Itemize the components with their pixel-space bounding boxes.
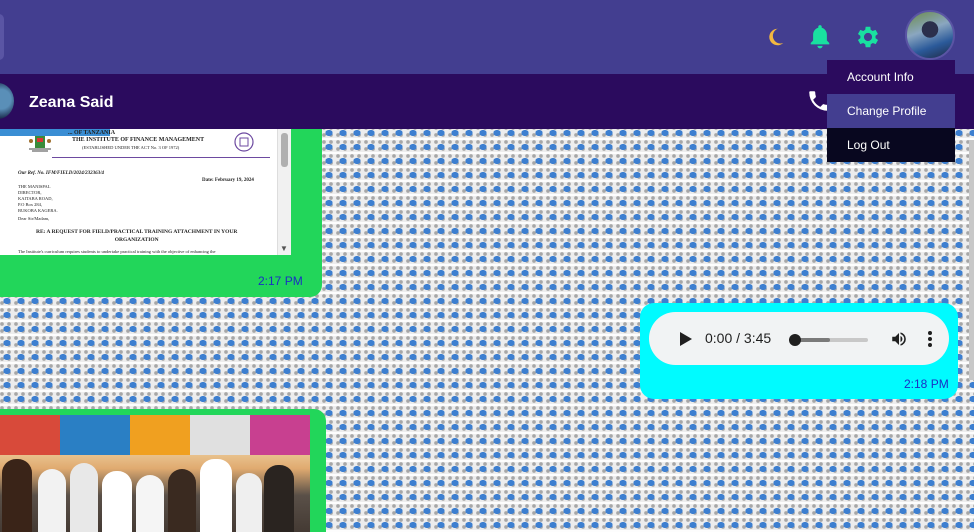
- person: [136, 475, 164, 532]
- document-address: THE MANISPAL DIRECTOR, KAITABA ROAD, P.O…: [18, 184, 58, 213]
- more-options-icon[interactable]: [927, 330, 933, 348]
- search-box[interactable]: [0, 14, 4, 60]
- message-time: 2:17 PM: [258, 274, 303, 288]
- person: [236, 473, 262, 532]
- change-profile-menu-item[interactable]: Change Profile: [827, 94, 955, 128]
- group-photo[interactable]: [0, 415, 310, 532]
- person: [38, 469, 66, 532]
- gear-icon[interactable]: [851, 20, 885, 54]
- document-salutation: Dear Sir/Madam,: [18, 216, 50, 221]
- audio-player: 0:00 / 3:45: [649, 312, 949, 365]
- document-body: The Institute's curriculum requires stud…: [18, 249, 216, 254]
- profile-dropdown-menu: Account Info Change Profile Log Out: [827, 60, 955, 162]
- person: [200, 459, 232, 532]
- page-scrollbar[interactable]: [969, 140, 974, 380]
- document-established-note: (ESTABLISHED UNDER THE ACT No. 3 OF 1972…: [82, 145, 180, 150]
- person: [168, 469, 196, 532]
- audio-time-display: 0:00 / 3:45: [705, 330, 772, 346]
- institute-logo-icon: [234, 132, 254, 152]
- photo-banner: [250, 415, 310, 455]
- scroll-down-arrow-icon[interactable]: ▼: [280, 244, 288, 253]
- photo-banner: [60, 415, 130, 455]
- document-rule: [52, 157, 270, 158]
- profile-avatar[interactable]: [905, 10, 955, 60]
- play-icon[interactable]: [679, 331, 693, 347]
- document-header-line1: ... OF TANZANIA: [68, 130, 116, 136]
- photo-banner: [190, 415, 250, 455]
- moon-icon[interactable]: [760, 22, 790, 52]
- bell-icon[interactable]: [804, 20, 836, 54]
- log-out-menu-item[interactable]: Log Out: [827, 128, 955, 162]
- photo-banner: [0, 415, 60, 455]
- contact-avatar[interactable]: [0, 83, 14, 119]
- coat-of-arms-icon: [29, 136, 51, 152]
- audio-message-bubble: 0:00 / 3:45 2:18 PM: [640, 303, 958, 399]
- document-subject: RE: A REQUEST FOR FIELD/PRACTICAL TRAINI…: [36, 229, 238, 243]
- audio-seek-handle[interactable]: [789, 334, 801, 346]
- document-date: Date: February 19, 2024: [202, 178, 254, 183]
- document-preview[interactable]: ... OF TANZANIA THE INSTITUTE OF FINANCE…: [0, 129, 291, 255]
- document-scrollbar[interactable]: ▼: [277, 129, 291, 255]
- document-reference: Our Ref. No. IFM/FIELD/2024/232363/4: [18, 171, 104, 176]
- volume-icon[interactable]: [890, 330, 908, 348]
- photo-banner: [130, 415, 190, 455]
- person: [2, 459, 32, 532]
- person: [70, 463, 98, 532]
- document-message-bubble: ... OF TANZANIA THE INSTITUTE OF FINANCE…: [0, 129, 322, 297]
- contact-name: Zeana Said: [29, 94, 114, 111]
- document-institute-name: THE INSTITUTE OF FINANCE MANAGEMENT: [72, 137, 205, 143]
- audio-seek-bar[interactable]: [789, 334, 868, 346]
- person: [102, 471, 132, 532]
- message-time: 2:18 PM: [904, 377, 949, 391]
- person: [264, 465, 294, 532]
- document-scroll-thumb[interactable]: [281, 133, 288, 167]
- account-info-menu-item[interactable]: Account Info: [827, 60, 955, 94]
- image-message-bubble: [0, 409, 326, 532]
